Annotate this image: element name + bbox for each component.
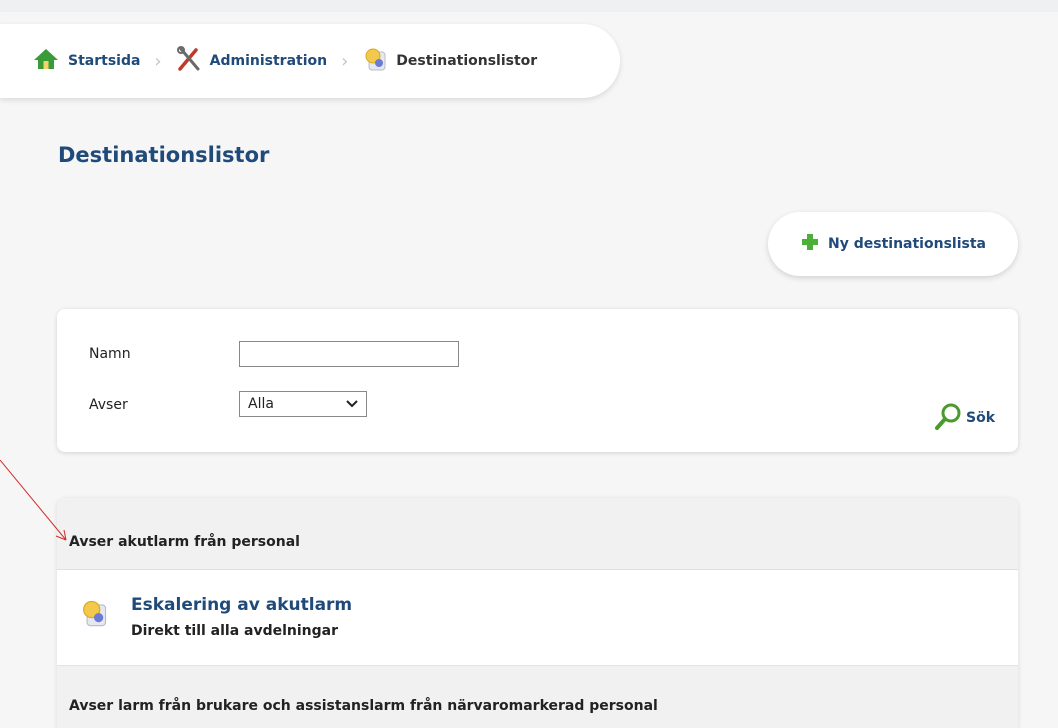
new-destination-list-button[interactable]: Ny destinationslista <box>768 212 1018 276</box>
new-destination-list-label: Ny destinationslista <box>828 236 986 252</box>
breadcrumb-label[interactable]: Administration <box>210 53 327 69</box>
destination-list-icon <box>362 46 388 76</box>
home-icon <box>32 47 60 75</box>
group-header: Avser akutlarm från personal <box>57 498 1018 570</box>
chevron-down-icon <box>346 396 358 412</box>
chevron-right-icon: › <box>341 50 349 72</box>
breadcrumb-item-destinationslistor: Destinationslistor <box>362 46 537 76</box>
search-button-label: Sök <box>966 410 996 426</box>
destination-list-icon <box>79 598 109 632</box>
name-input[interactable] <box>239 341 459 367</box>
tools-icon <box>176 46 202 76</box>
top-strip <box>0 0 1058 12</box>
breadcrumb-item-administration[interactable]: Administration <box>176 46 327 76</box>
group-header: Avser larm från brukare och assistanslar… <box>57 666 1018 728</box>
search-icon <box>933 401 963 435</box>
breadcrumb-item-startsida[interactable]: Startsida <box>32 47 140 75</box>
avser-label: Avser <box>89 397 128 413</box>
search-panel: Namn Avser Alla Sök <box>57 309 1018 452</box>
avser-selected-value: Alla <box>248 396 274 412</box>
search-button[interactable]: Sök <box>933 401 995 435</box>
breadcrumb-label: Destinationslistor <box>396 53 538 69</box>
plus-icon <box>800 232 820 256</box>
list-item[interactable]: Eskalering av akutlarm Direkt till alla … <box>57 570 1018 666</box>
list-item-title[interactable]: Eskalering av akutlarm <box>131 595 352 615</box>
breadcrumb: Startsida › Administration › Destination… <box>0 24 620 98</box>
breadcrumb-label[interactable]: Startsida <box>68 53 140 69</box>
chevron-right-icon: › <box>154 50 162 72</box>
avser-select[interactable]: Alla <box>239 391 367 417</box>
name-label: Namn <box>89 346 131 362</box>
list-item-subtitle: Direkt till alla avdelningar <box>131 623 339 639</box>
page-title: Destinationslistor <box>58 143 270 167</box>
annotation-arrow-icon <box>0 460 67 541</box>
destination-list: Avser akutlarm från personal Eskalering … <box>57 498 1018 728</box>
